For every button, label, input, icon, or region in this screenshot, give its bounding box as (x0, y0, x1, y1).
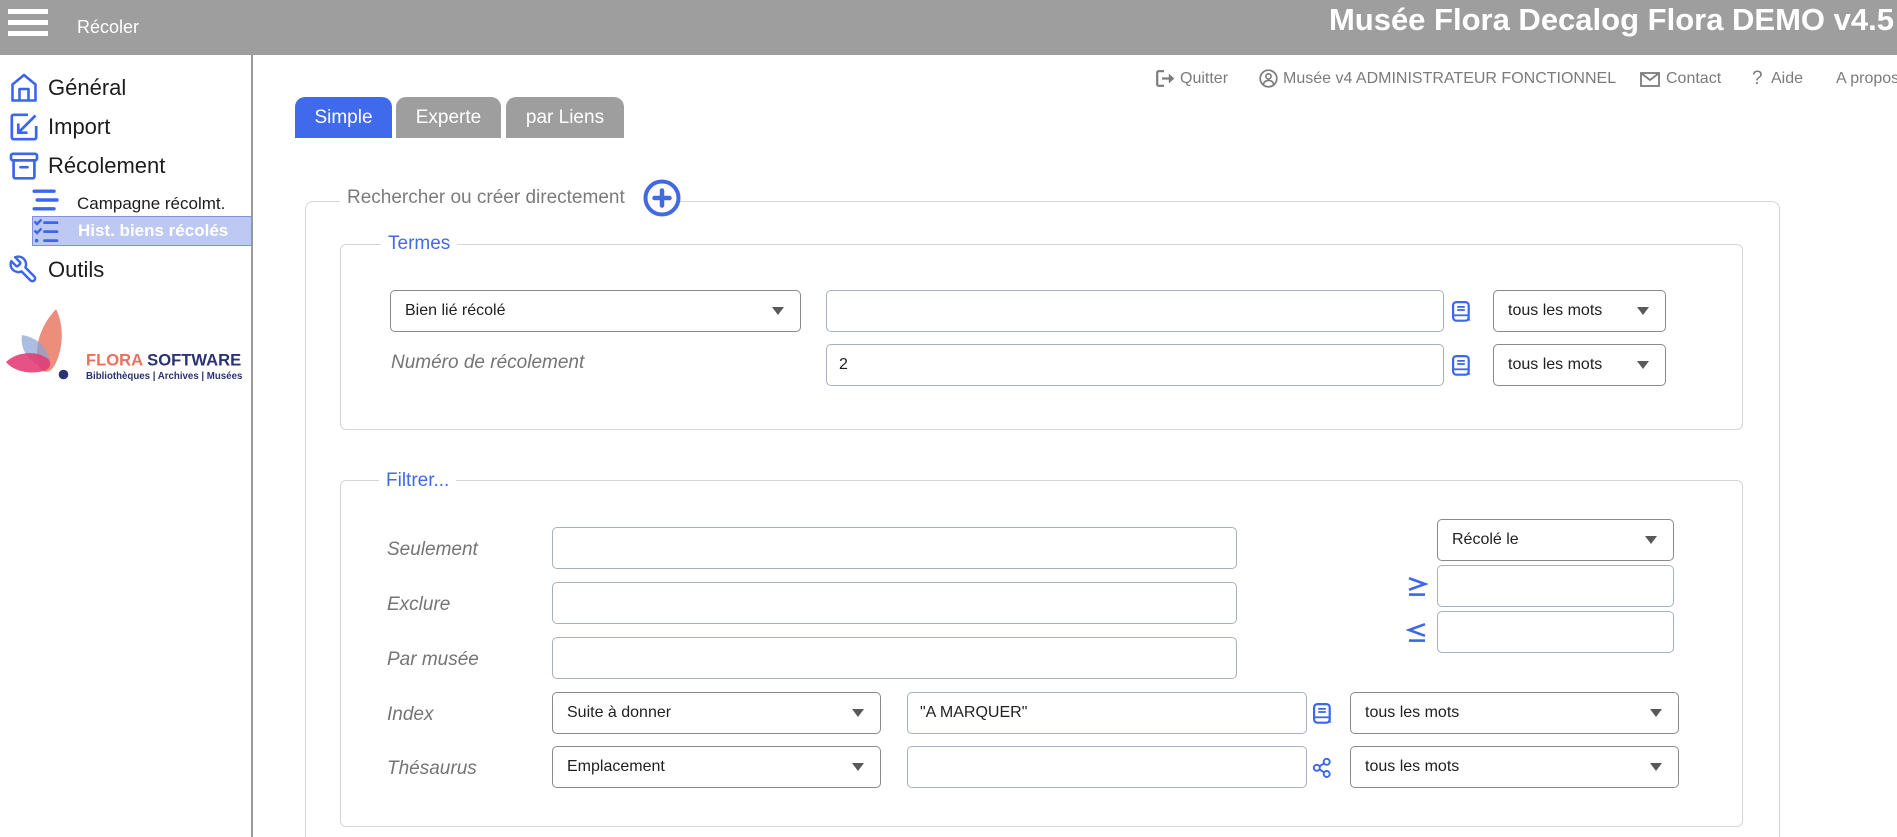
svg-text:FLORA SOFTWARE: FLORA SOFTWARE (86, 351, 241, 370)
svg-text:Bibliothèques | Archives | Mus: Bibliothèques | Archives | Musées (86, 371, 242, 382)
